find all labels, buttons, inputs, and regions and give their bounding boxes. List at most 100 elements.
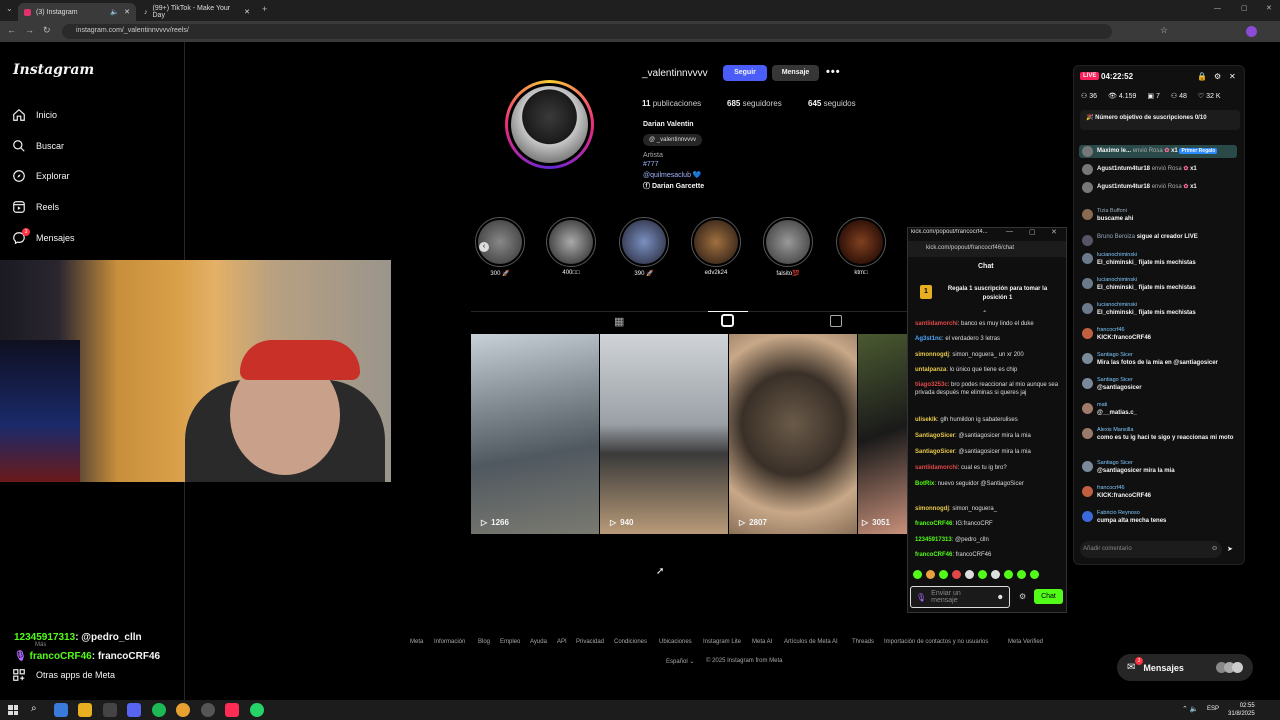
footer-link[interactable]: Meta xyxy=(410,639,423,645)
sidebar-item-inicio[interactable]: Inicio xyxy=(12,108,57,122)
chat-username[interactable]: santiidamorchi xyxy=(915,465,958,471)
tab-close-icon[interactable]: ✕ xyxy=(124,8,130,16)
bio-mention[interactable]: @quilmesaclub 💙 xyxy=(643,171,702,179)
reel-thumbnail[interactable]: ▷ 940 xyxy=(600,334,728,534)
bookmark-star-icon[interactable]: ☆ xyxy=(1160,25,1168,36)
tab-close-icon[interactable]: ✕ xyxy=(244,8,250,16)
emote-icon[interactable] xyxy=(965,570,974,579)
bio-link[interactable]: ⓕ Darian Garcette xyxy=(643,181,704,191)
emote-icon[interactable] xyxy=(913,570,922,579)
popout-url[interactable]: kick.com/popout/francocrf46/chat xyxy=(926,245,1014,251)
tab-tiktok[interactable]: ♪ (99+) TikTok - Make Your Day ✕ xyxy=(138,3,256,21)
collapse-icon[interactable]: ⩡ xyxy=(983,309,986,316)
chat-username[interactable]: francoCRF46 xyxy=(915,552,952,558)
discord-icon[interactable] xyxy=(127,703,141,717)
footer-link[interactable]: Empleo xyxy=(500,639,520,645)
chrome-icon[interactable] xyxy=(176,703,190,717)
chat-username[interactable]: tiiago3253c xyxy=(915,382,948,388)
copilot-icon[interactable] xyxy=(54,703,68,717)
emote-icon[interactable] xyxy=(926,570,935,579)
settings-gear-icon[interactable]: ⚙ xyxy=(1019,592,1026,601)
profile-avatar-icon[interactable] xyxy=(1246,26,1257,37)
footer-link[interactable]: Meta AI xyxy=(752,639,772,645)
instagram-logo[interactable]: Instagram xyxy=(13,62,94,78)
file-explorer-icon[interactable] xyxy=(78,703,92,717)
more-options-icon[interactable]: ••• xyxy=(826,66,841,78)
highlight[interactable]: 400□□ xyxy=(546,217,601,276)
audio-icon[interactable]: 🔈 xyxy=(110,8,119,16)
bio-hashtag[interactable]: #777 xyxy=(643,161,659,168)
emoji-icon[interactable]: ☻ xyxy=(997,594,1004,601)
footer-link[interactable]: Ayuda xyxy=(530,639,547,645)
highlight[interactable]: falsito💯 xyxy=(763,217,818,277)
chat-username[interactable]: simonnogdj xyxy=(915,506,949,512)
new-tab-button[interactable]: + xyxy=(262,4,267,14)
lock-icon[interactable]: 🔒 xyxy=(1197,72,1207,81)
forward-button[interactable]: → xyxy=(25,25,34,35)
popout-close-button[interactable]: ✕ xyxy=(1051,228,1057,236)
emote-icon[interactable] xyxy=(939,570,948,579)
emote-icon[interactable] xyxy=(991,570,1000,579)
clock[interactable]: 02:55 31/8/2025 xyxy=(1228,702,1255,718)
footer-link[interactable]: Información xyxy=(434,639,465,645)
tab-posts-grid-icon[interactable]: ▦ xyxy=(614,315,624,328)
footer-link[interactable]: Threads xyxy=(852,639,874,645)
chat-username[interactable]: santiidamorchi xyxy=(915,321,958,327)
chat-username[interactable]: francoCRF46 xyxy=(915,521,952,527)
sidebar-more-label[interactable]: Más xyxy=(35,642,46,648)
chat-username[interactable]: 12345917313 xyxy=(915,537,952,543)
maximize-button[interactable]: ▢ xyxy=(1241,4,1248,12)
chat-username[interactable]: Ag3st1nc xyxy=(915,336,942,342)
sidebar-item-explorar[interactable]: Explorar xyxy=(12,169,70,183)
reel-thumbnail[interactable]: ▷ 3051 xyxy=(858,334,907,534)
followers-count[interactable]: 685 seguidores xyxy=(727,99,782,108)
tab-search-icon[interactable]: ⌄ xyxy=(6,4,13,13)
emote-icon[interactable] xyxy=(952,570,961,579)
chat-username[interactable]: uliseklk xyxy=(915,417,937,423)
footer-link[interactable]: Blog xyxy=(478,639,490,645)
highlight[interactable]: 390 🚀 xyxy=(619,217,674,277)
chat-username[interactable]: SantiagoSicer xyxy=(915,449,955,455)
tray-icons[interactable]: ⌃ 🔈 xyxy=(1182,705,1199,713)
search-taskbar-icon[interactable]: ⌕ xyxy=(31,703,37,714)
footer-link[interactable]: Meta Verified xyxy=(1008,639,1043,645)
back-button[interactable]: ← xyxy=(7,25,16,35)
footer-link[interactable]: Privacidad xyxy=(576,639,604,645)
chat-username[interactable]: untalpanza xyxy=(915,367,946,373)
reel-thumbnail[interactable]: ▷ 2807 xyxy=(729,334,857,534)
popout-minimize-button[interactable]: — xyxy=(1006,228,1013,235)
footer-link[interactable]: Condiciones xyxy=(614,639,647,645)
follow-button[interactable]: Seguir xyxy=(723,65,767,81)
chat-username[interactable]: BotRix xyxy=(915,481,934,487)
send-icon[interactable]: ➤ xyxy=(1227,545,1233,553)
emote-icon[interactable] xyxy=(1017,570,1026,579)
emote-icon[interactable] xyxy=(978,570,987,579)
reel-thumbnail[interactable]: ▷ 1266 xyxy=(471,334,599,534)
chat-input[interactable]: 🎙 Enviar un mensaje ☻ xyxy=(910,586,1010,608)
footer-link[interactable]: Ubicaciones xyxy=(659,639,692,645)
chat-username[interactable]: SantiagoSicer xyxy=(915,433,955,439)
obs-icon[interactable] xyxy=(201,703,215,717)
tab-reels-icon[interactable] xyxy=(721,314,734,327)
footer-link[interactable]: Importación de contactos y no usuarios xyxy=(884,639,988,645)
highlight[interactable]: ktm□ xyxy=(836,217,891,276)
sidebar-item-meta-apps[interactable]: Otras apps de Meta xyxy=(12,668,115,682)
emote-icon[interactable] xyxy=(1004,570,1013,579)
following-count[interactable]: 645 seguidos xyxy=(808,99,856,108)
sidebar-item-buscar[interactable]: Buscar xyxy=(12,139,64,153)
footer-link[interactable]: Instagram Lite xyxy=(703,639,741,645)
highlight[interactable]: edv2k24 xyxy=(691,217,746,276)
profile-avatar[interactable] xyxy=(505,80,594,169)
sidebar-item-reels[interactable]: Reels xyxy=(12,200,59,214)
address-bar[interactable]: instagram.com/_valentinnvvvv/reels/ xyxy=(62,24,1112,39)
panel-close-icon[interactable]: ✕ xyxy=(1229,72,1236,81)
send-chat-button[interactable]: Chat xyxy=(1034,589,1063,604)
tab-instagram[interactable]: (3) Instagram 🔈 ✕ xyxy=(18,3,136,21)
minimize-button[interactable]: — xyxy=(1214,5,1221,12)
reload-button[interactable]: ↻ xyxy=(43,25,51,36)
tiktok-live-icon[interactable] xyxy=(225,703,239,717)
gift-sub-prompt[interactable]: Regala 1 suscripción para tomar la posic… xyxy=(940,285,1055,303)
app-icon[interactable] xyxy=(103,703,117,717)
settings-icon[interactable]: ⚙ xyxy=(1214,72,1221,81)
tab-tagged-icon[interactable] xyxy=(830,315,842,327)
